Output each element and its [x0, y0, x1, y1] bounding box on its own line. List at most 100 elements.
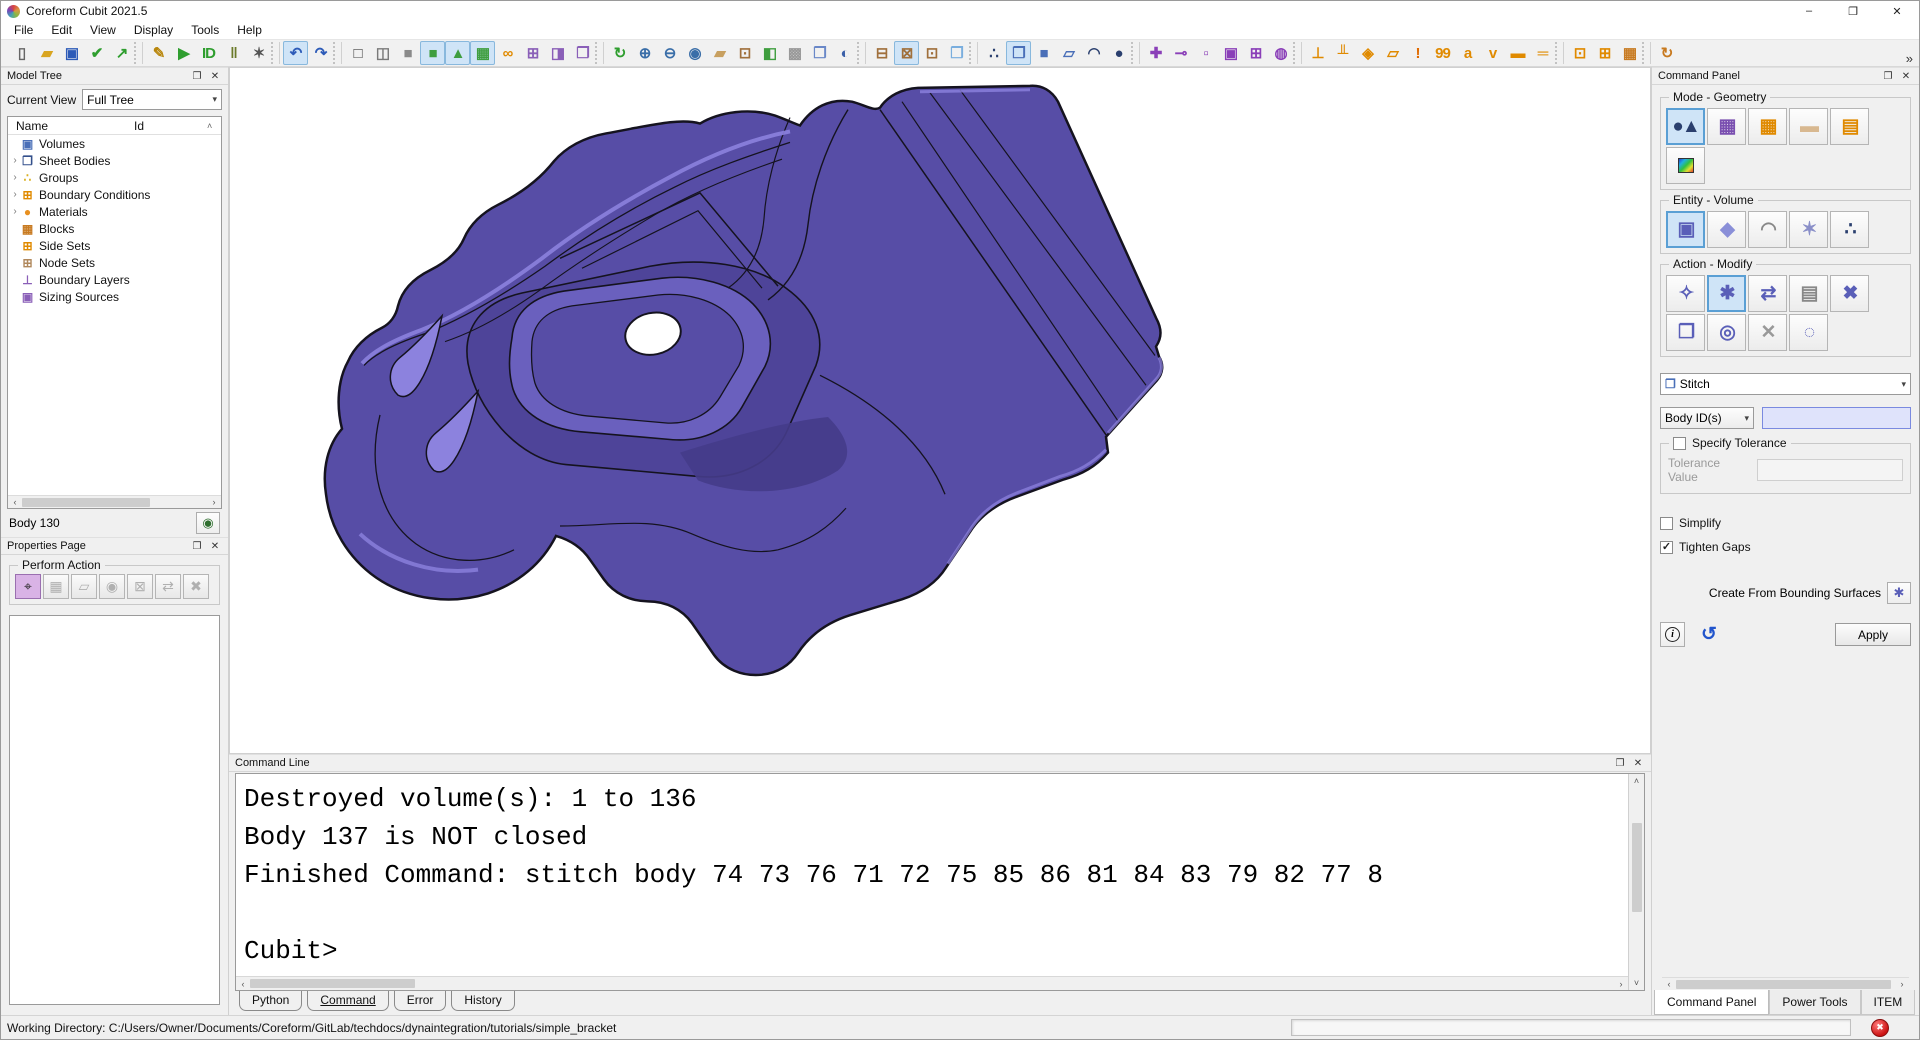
close-panel-icon[interactable]: ✕ [206, 541, 224, 552]
select-body-button[interactable]: ❐ [1006, 41, 1031, 65]
expander-icon[interactable]: › [10, 206, 20, 217]
play-journal-button[interactable]: ▶ [171, 41, 196, 65]
menu-item[interactable]: Display [125, 22, 182, 38]
undo-button[interactable]: ↶ [283, 41, 308, 65]
scroll-down-icon[interactable]: ˅ [1634, 976, 1639, 990]
brick-mode-button[interactable]: ▤ [1830, 108, 1869, 145]
zoom-fit-button[interactable]: ◉ [682, 41, 707, 65]
new-file-button[interactable]: ▯ [9, 41, 34, 65]
tighten-gaps-checkbox[interactable]: ✓ [1660, 541, 1673, 554]
info-button[interactable]: i [1660, 622, 1685, 647]
interrupt-button[interactable]: ✖ [1871, 1019, 1889, 1037]
group-entity-button[interactable]: ∴ [1830, 211, 1869, 248]
tree-item-node-sets[interactable]: › ⊞ Node Sets [8, 254, 221, 271]
reset-icon[interactable]: ↺ [1701, 623, 1717, 646]
select-vertex-button[interactable]: ● [1106, 41, 1131, 65]
scroll-up-icon[interactable]: ˄ [1634, 774, 1639, 788]
redo-button[interactable]: ↷ [308, 41, 333, 65]
quality-button[interactable]: ◉ [99, 574, 125, 599]
body-id-input[interactable] [1762, 407, 1911, 429]
scroll-right-icon[interactable]: › [207, 497, 221, 507]
ghost-view-button[interactable]: ▩ [782, 41, 807, 65]
select-volume-button[interactable]: ■ [1031, 41, 1056, 65]
export-button[interactable]: ↗ [109, 41, 134, 65]
post-mode-button[interactable] [1666, 147, 1705, 184]
transparent-view-button[interactable]: ▲ [445, 41, 470, 65]
apply-button[interactable]: Apply [1835, 623, 1911, 646]
scroll-right-icon[interactable]: › [1895, 979, 1909, 989]
minimize-button[interactable]: – [1787, 1, 1831, 21]
menu-item[interactable]: Edit [42, 22, 81, 38]
pick-box-button[interactable]: ⊠ [894, 41, 919, 65]
current-view-select[interactable]: Full Tree ▾ [82, 89, 222, 110]
body-id-select[interactable]: Body ID(s) ▾ [1660, 407, 1754, 429]
close-button[interactable]: ✕ [1875, 1, 1919, 21]
select-group-button[interactable]: ∴ [981, 41, 1006, 65]
toolbar-overflow-button[interactable]: » [1906, 51, 1913, 66]
tab-item[interactable]: ITEM [1861, 990, 1916, 1015]
float-panel-icon[interactable]: ❐ [1611, 758, 1629, 769]
section-plane-button[interactable]: ❒ [807, 41, 832, 65]
graphics-hammer-button[interactable]: ✶ [246, 41, 271, 65]
tree-item-sheet-bodies[interactable]: › ❐ Sheet Bodies [8, 152, 221, 169]
scroll-thumb[interactable] [1632, 823, 1642, 912]
select-edge-button[interactable]: ⊸ [1168, 41, 1193, 65]
operation-select[interactable]: ❐ Stitch ▾ [1660, 373, 1911, 395]
scroll-left-icon[interactable]: ‹ [1662, 979, 1676, 989]
tab-python[interactable]: Python [239, 991, 302, 1011]
tree-item-groups[interactable]: › ∴ Groups [8, 169, 221, 186]
select-quad-button[interactable]: ▫ [1193, 41, 1218, 65]
find-button[interactable]: ⌖ [15, 574, 41, 599]
pick-extend-button[interactable]: ⊟ [869, 41, 894, 65]
refresh-graphics-button[interactable]: ↻ [607, 41, 632, 65]
mesh-mode-button[interactable]: ▦ [1707, 108, 1746, 145]
tree-column-name[interactable]: Name [8, 119, 134, 133]
select-hex-button[interactable]: ▣ [1218, 41, 1243, 65]
mesh-a-metric-button[interactable]: a [1455, 41, 1480, 65]
tree-item-volumes[interactable]: › ▣ Volumes [8, 135, 221, 152]
select-mesh-button[interactable]: ⊞ [1243, 41, 1268, 65]
intersect-action-button[interactable]: ◎ [1707, 314, 1746, 351]
tree-item-boundary-conditions[interactable]: › ⊞ Boundary Conditions [8, 186, 221, 203]
quad-grid-button[interactable]: ⊞ [1592, 41, 1617, 65]
delete-mesh-button[interactable]: ⊠ [127, 574, 153, 599]
scroll-thumb[interactable] [22, 498, 150, 507]
shaded-view-button[interactable]: ■ [395, 41, 420, 65]
mesh-bar-button[interactable]: ▬ [1505, 41, 1530, 65]
hidden-line-view-button[interactable]: ◫ [370, 41, 395, 65]
float-panel-icon[interactable]: ❐ [188, 541, 206, 552]
tab-command[interactable]: Command [307, 991, 388, 1011]
perspective-view-button[interactable]: ◨ [545, 41, 570, 65]
edit-journal-button[interactable]: ✎ [146, 41, 171, 65]
clip-plane-button[interactable]: ❐ [570, 41, 595, 65]
console-vertical-scrollbar[interactable]: ˄ ˅ [1628, 774, 1644, 990]
tolerance-value-input[interactable] [1757, 459, 1903, 481]
tree-item-blocks[interactable]: › ▦ Blocks [8, 220, 221, 237]
float-panel-icon[interactable]: ❐ [188, 71, 206, 82]
smooth-button[interactable]: ▱ [71, 574, 97, 599]
measure-button[interactable]: ⊡ [732, 41, 757, 65]
import-button[interactable]: ✔ [84, 41, 109, 65]
select-node-button[interactable]: ✚ [1143, 41, 1168, 65]
tab-error[interactable]: Error [394, 991, 447, 1011]
play-journal-id-button[interactable]: ID [196, 41, 221, 65]
sync-button[interactable]: ⇄ [155, 574, 181, 599]
remove-action-button[interactable]: ✕ [1748, 314, 1787, 351]
tree-item-side-sets[interactable]: › ⊞ Side Sets [8, 237, 221, 254]
scroll-left-icon[interactable]: ‹ [236, 979, 250, 989]
specify-tolerance-checkbox[interactable] [1673, 437, 1686, 450]
transform-action-button[interactable]: ⇄ [1748, 275, 1787, 312]
mesh-grid-button[interactable]: ▦ [43, 574, 69, 599]
vertex-entity-button[interactable]: ✶ [1789, 211, 1828, 248]
open-file-button[interactable]: ▰ [34, 41, 59, 65]
view-body-button[interactable]: ◉ [196, 512, 220, 534]
sort-icon[interactable]: ˄ [207, 121, 221, 131]
mesh-v-metric-button[interactable]: v [1480, 41, 1505, 65]
save-button[interactable]: ▣ [59, 41, 84, 65]
mesh-bars-button[interactable]: ═ [1530, 41, 1555, 65]
close-panel-icon[interactable]: ✕ [1629, 758, 1647, 769]
rotate-sweep-button[interactable]: ↻ [1654, 41, 1679, 65]
dock-horizontal-scrollbar[interactable]: ‹ › [1662, 977, 1909, 990]
viewport-3d[interactable] [229, 67, 1651, 754]
pick-through-button[interactable]: ❒ [944, 41, 969, 65]
